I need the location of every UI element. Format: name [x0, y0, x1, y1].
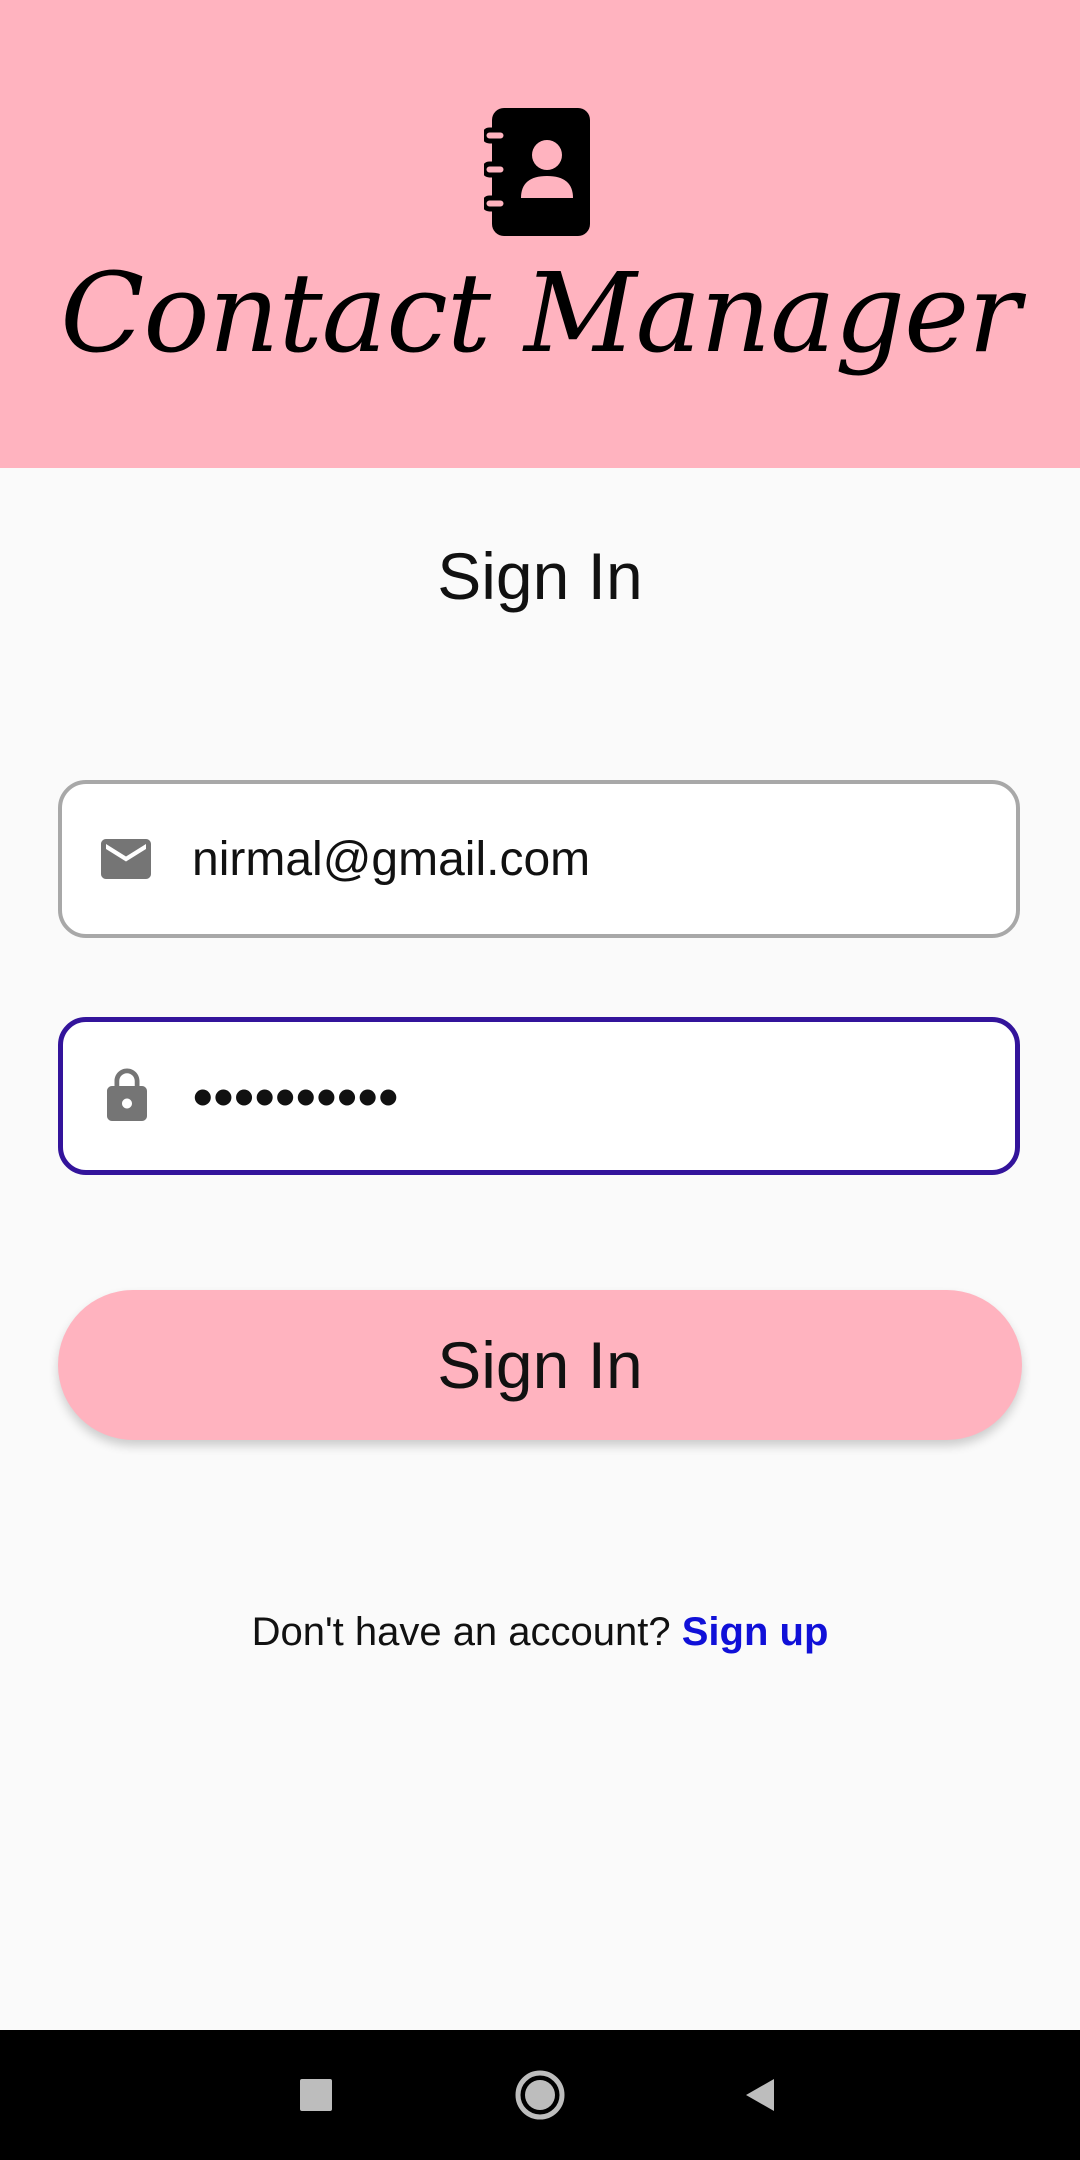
mail-icon	[101, 839, 151, 879]
email-value[interactable]: nirmal@gmail.com	[192, 832, 986, 887]
home-icon	[515, 2070, 565, 2120]
email-field[interactable]: nirmal@gmail.com	[58, 780, 1020, 938]
password-field[interactable]: ••••••••••	[58, 1017, 1020, 1175]
signin-button[interactable]: Sign In	[58, 1290, 1022, 1440]
page-title: Sign In	[437, 539, 643, 613]
app-header: Contact Manager	[0, 0, 1080, 468]
system-nav-bar	[0, 2030, 1080, 2160]
back-button[interactable]	[720, 2055, 800, 2135]
contact-book-icon	[484, 108, 590, 236]
recents-button[interactable]	[276, 2055, 356, 2135]
back-icon	[746, 2079, 774, 2111]
recents-icon	[300, 2079, 332, 2111]
signup-row: Don't have an account? Sign up	[0, 1610, 1080, 1655]
signup-link[interactable]: Sign up	[682, 1610, 829, 1654]
lock-icon	[107, 1068, 147, 1121]
home-button[interactable]	[500, 2055, 580, 2135]
password-value[interactable]: ••••••••••	[193, 1064, 985, 1129]
app-title: Contact Manager	[60, 249, 1021, 377]
signup-prompt: Don't have an account?	[251, 1610, 682, 1654]
